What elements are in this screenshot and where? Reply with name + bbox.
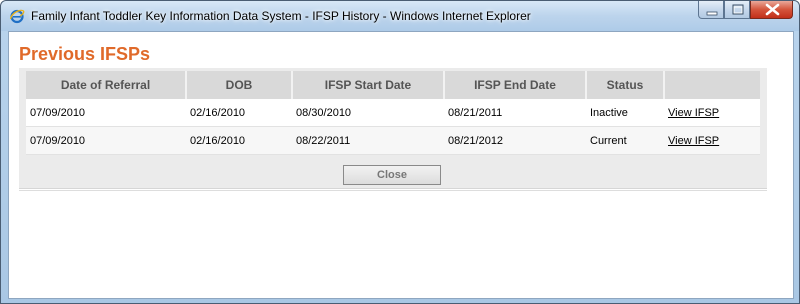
cell-ifsp-start-date: 08/22/2011 [292, 126, 444, 155]
column-header-dob: DOB [186, 71, 293, 99]
column-header-action [664, 71, 760, 99]
column-header-date-of-referral: Date of Referral [26, 71, 187, 99]
divider [19, 190, 767, 191]
cell-status: Current [586, 126, 664, 155]
column-header-ifsp-end-date: IFSP End Date [444, 71, 587, 99]
cell-ifsp-end-date: 08/21/2012 [444, 126, 586, 155]
page-content: Previous IFSPs Date of Referral DOB IFSP… [8, 31, 794, 299]
cell-ifsp-start-date: 08/30/2010 [292, 99, 444, 127]
close-icon [765, 3, 780, 16]
column-header-status: Status [586, 71, 665, 99]
page-title: Previous IFSPs [19, 44, 151, 64]
view-ifsp-link[interactable]: View IFSP [668, 107, 719, 119]
maximize-button[interactable] [724, 1, 750, 19]
cell-ifsp-end-date: 08/21/2011 [444, 99, 586, 127]
cell-action: View IFSP [664, 99, 760, 127]
table-row: 07/09/2010 02/16/2010 08/30/2010 08/21/2… [26, 99, 760, 127]
title-bar[interactable]: Family Infant Toddler Key Information Da… [1, 1, 799, 31]
window-controls [698, 1, 793, 21]
minimize-button[interactable] [698, 1, 724, 19]
column-header-ifsp-start-date: IFSP Start Date [292, 71, 445, 99]
window-title: Family Infant Toddler Key Information Da… [31, 9, 531, 23]
cell-date-of-referral: 07/09/2010 [26, 126, 186, 155]
minimize-icon [706, 11, 718, 16]
view-ifsp-link[interactable]: View IFSP [668, 135, 719, 147]
table-row: 07/09/2010 02/16/2010 08/22/2011 08/21/2… [26, 126, 760, 155]
cell-dob: 02/16/2010 [186, 99, 292, 127]
close-button[interactable]: Close [343, 165, 441, 185]
ifsp-table: Date of Referral DOB IFSP Start Date IFS… [26, 71, 760, 155]
ie-icon [9, 8, 25, 24]
close-window-button[interactable] [750, 1, 793, 19]
maximize-icon [732, 4, 744, 15]
cell-status: Inactive [586, 99, 664, 127]
table-header-row: Date of Referral DOB IFSP Start Date IFS… [26, 71, 760, 99]
cell-dob: 02/16/2010 [186, 126, 292, 155]
cell-action: View IFSP [664, 126, 760, 155]
cell-date-of-referral: 07/09/2010 [26, 99, 186, 127]
browser-window: Family Infant Toddler Key Information Da… [0, 0, 800, 304]
